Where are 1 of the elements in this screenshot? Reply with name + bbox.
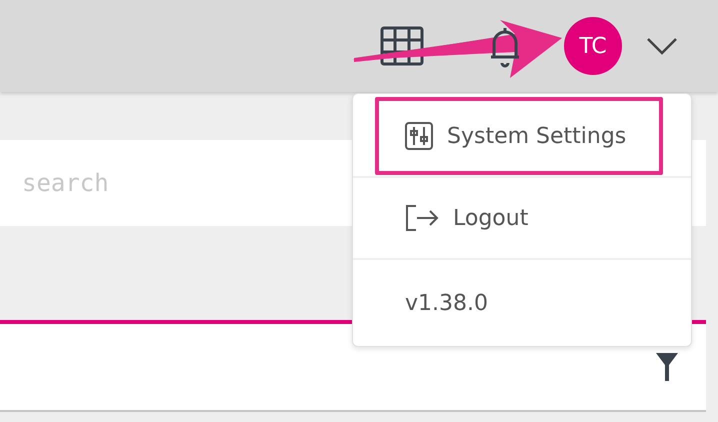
- version-text: v1.38.0: [404, 290, 488, 316]
